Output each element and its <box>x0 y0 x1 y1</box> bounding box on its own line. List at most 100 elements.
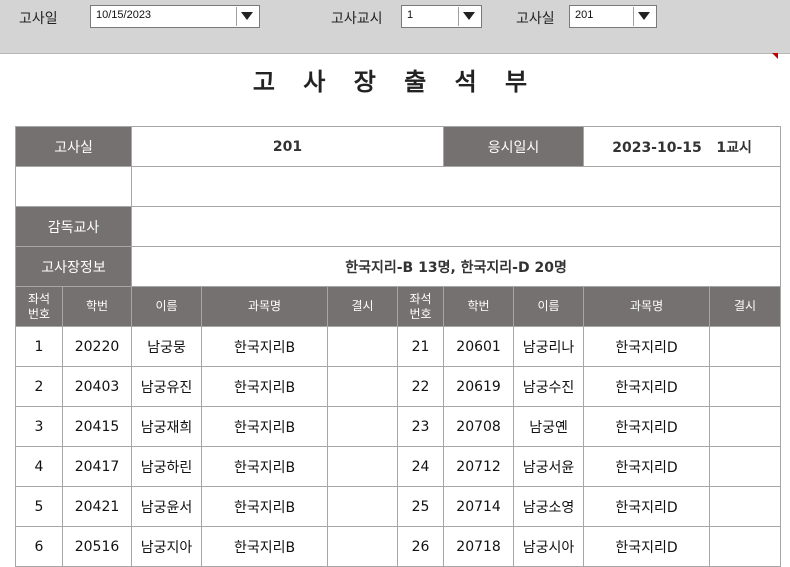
student-id-cell[interactable]: 20714 <box>443 486 515 527</box>
student-id-cell[interactable]: 20601 <box>443 326 515 367</box>
seat-cell[interactable]: 3 <box>15 406 63 447</box>
name-cell[interactable]: 남궁윤서 <box>131 486 203 527</box>
name-cell[interactable]: 남궁서윤 <box>513 446 585 487</box>
room-dropdown-arrow[interactable] <box>633 7 655 26</box>
col-seat-header: 좌석 번호 <box>15 286 63 327</box>
period-value: 1 <box>407 9 414 21</box>
seat-cell[interactable]: 2 <box>15 366 63 407</box>
seat-cell[interactable]: 25 <box>397 486 445 527</box>
table-row: 1 20220 남궁뭉 한국지리B 21 20601 남궁리나 한국지리D <box>15 326 782 367</box>
date-value: 10/15/2023 <box>96 9 152 21</box>
absent-cell[interactable] <box>327 486 399 527</box>
proctor-value[interactable] <box>131 206 782 247</box>
room-dropdown[interactable]: 201 <box>569 5 657 28</box>
student-id-cell[interactable]: 20516 <box>61 526 133 567</box>
attendance-table: 고사실 201 응시일시 2023-10-15 1교시 감독교사 고사장정보 한… <box>14 126 782 567</box>
subject-cell[interactable]: 한국지리B <box>201 326 329 367</box>
absent-cell[interactable] <box>709 526 782 567</box>
period-label: 고사교시 <box>331 11 383 27</box>
info-row-blank <box>14 166 782 207</box>
subject-cell[interactable]: 한국지리D <box>583 446 711 487</box>
proctor-header: 감독교사 <box>14 206 133 247</box>
name-cell[interactable]: 남궁뭉 <box>131 326 203 367</box>
student-id-cell[interactable]: 20718 <box>443 526 515 567</box>
date-dropdown[interactable]: 10/15/2023 <box>90 5 260 28</box>
student-id-cell[interactable]: 20619 <box>443 366 515 407</box>
col-name-header: 이름 <box>513 286 585 327</box>
student-id-cell[interactable]: 20417 <box>61 446 133 487</box>
col-subject-header: 과목명 <box>583 286 711 327</box>
subject-cell[interactable]: 한국지리B <box>201 406 329 447</box>
absent-cell[interactable] <box>327 366 399 407</box>
room-info-value[interactable]: 201 <box>131 126 445 167</box>
datetime-header: 응시일시 <box>443 126 585 167</box>
chevron-down-icon <box>463 12 475 20</box>
seat-label-line1: 좌석 <box>27 291 51 306</box>
name-cell[interactable]: 남궁리나 <box>513 326 585 367</box>
absent-cell[interactable] <box>709 366 782 407</box>
site-value[interactable]: 한국지리-B 13명, 한국지리-D 20명 <box>131 246 782 287</box>
absent-cell[interactable] <box>327 526 399 567</box>
blank-cell[interactable] <box>14 166 133 207</box>
absent-cell[interactable] <box>327 406 399 447</box>
info-row-site: 고사장정보 한국지리-B 13명, 한국지리-D 20명 <box>14 246 782 287</box>
absent-cell[interactable] <box>709 326 782 367</box>
subject-cell[interactable]: 한국지리B <box>201 486 329 527</box>
name-cell[interactable]: 남궁소영 <box>513 486 585 527</box>
student-id-cell[interactable]: 20220 <box>61 326 133 367</box>
column-header-row: 좌석 번호 학번 이름 과목명 결시 좌석 번호 학번 이름 과목명 결시 <box>15 286 782 327</box>
name-cell[interactable]: 남궁수진 <box>513 366 585 407</box>
datetime-value[interactable]: 2023-10-15 1교시 <box>583 126 782 167</box>
subject-cell[interactable]: 한국지리D <box>583 486 711 527</box>
seat-cell[interactable]: 21 <box>397 326 445 367</box>
subject-cell[interactable]: 한국지리D <box>583 526 711 567</box>
period-dropdown[interactable]: 1 <box>401 5 482 28</box>
col-name-header: 이름 <box>131 286 203 327</box>
name-cell[interactable]: 남궁시아 <box>513 526 585 567</box>
name-cell[interactable]: 남궁유진 <box>131 366 203 407</box>
name-cell[interactable]: 남궁옌 <box>513 406 585 447</box>
absent-cell[interactable] <box>709 486 782 527</box>
seat-cell[interactable]: 24 <box>397 446 445 487</box>
info-row-proctor: 감독교사 <box>14 206 782 247</box>
table-row: 2 20403 남궁유진 한국지리B 22 20619 남궁수진 한국지리D <box>15 366 782 407</box>
seat-cell[interactable]: 4 <box>15 446 63 487</box>
cell-comment-marker <box>772 53 778 59</box>
filter-toolbar: 고사일 10/15/2023 고사교시 1 고사실 201 <box>0 0 790 54</box>
subject-cell[interactable]: 한국지리B <box>201 366 329 407</box>
date-dropdown-arrow[interactable] <box>236 7 258 26</box>
student-id-cell[interactable]: 20403 <box>61 366 133 407</box>
seat-cell[interactable]: 6 <box>15 526 63 567</box>
student-id-cell[interactable]: 20708 <box>443 406 515 447</box>
col-seat-header: 좌석 번호 <box>397 286 445 327</box>
col-absent-header: 결시 <box>327 286 399 327</box>
seat-label-line2: 번호 <box>409 306 432 321</box>
name-cell[interactable]: 남궁하린 <box>131 446 203 487</box>
blank-cell[interactable] <box>131 166 782 207</box>
seat-cell[interactable]: 5 <box>15 486 63 527</box>
room-label: 고사실 <box>516 11 555 27</box>
col-absent-header: 결시 <box>709 286 782 327</box>
name-cell[interactable]: 남궁지아 <box>131 526 203 567</box>
absent-cell[interactable] <box>327 446 399 487</box>
absent-cell[interactable] <box>327 326 399 367</box>
absent-cell[interactable] <box>709 406 782 447</box>
seat-cell[interactable]: 1 <box>15 326 63 367</box>
chevron-down-icon <box>638 12 650 20</box>
name-cell[interactable]: 남궁재희 <box>131 406 203 447</box>
seat-cell[interactable]: 23 <box>397 406 445 447</box>
subject-cell[interactable]: 한국지리D <box>583 406 711 447</box>
site-header: 고사장정보 <box>14 246 133 287</box>
subject-cell[interactable]: 한국지리D <box>583 366 711 407</box>
period-dropdown-arrow[interactable] <box>458 7 480 26</box>
seat-cell[interactable]: 26 <box>397 526 445 567</box>
subject-cell[interactable]: 한국지리B <box>201 446 329 487</box>
subject-cell[interactable]: 한국지리D <box>583 326 711 367</box>
absent-cell[interactable] <box>709 446 782 487</box>
subject-cell[interactable]: 한국지리B <box>201 526 329 567</box>
student-id-cell[interactable]: 20415 <box>61 406 133 447</box>
student-id-cell[interactable]: 20712 <box>443 446 515 487</box>
info-row-room: 고사실 201 응시일시 2023-10-15 1교시 <box>14 126 782 167</box>
student-id-cell[interactable]: 20421 <box>61 486 133 527</box>
seat-cell[interactable]: 22 <box>397 366 445 407</box>
